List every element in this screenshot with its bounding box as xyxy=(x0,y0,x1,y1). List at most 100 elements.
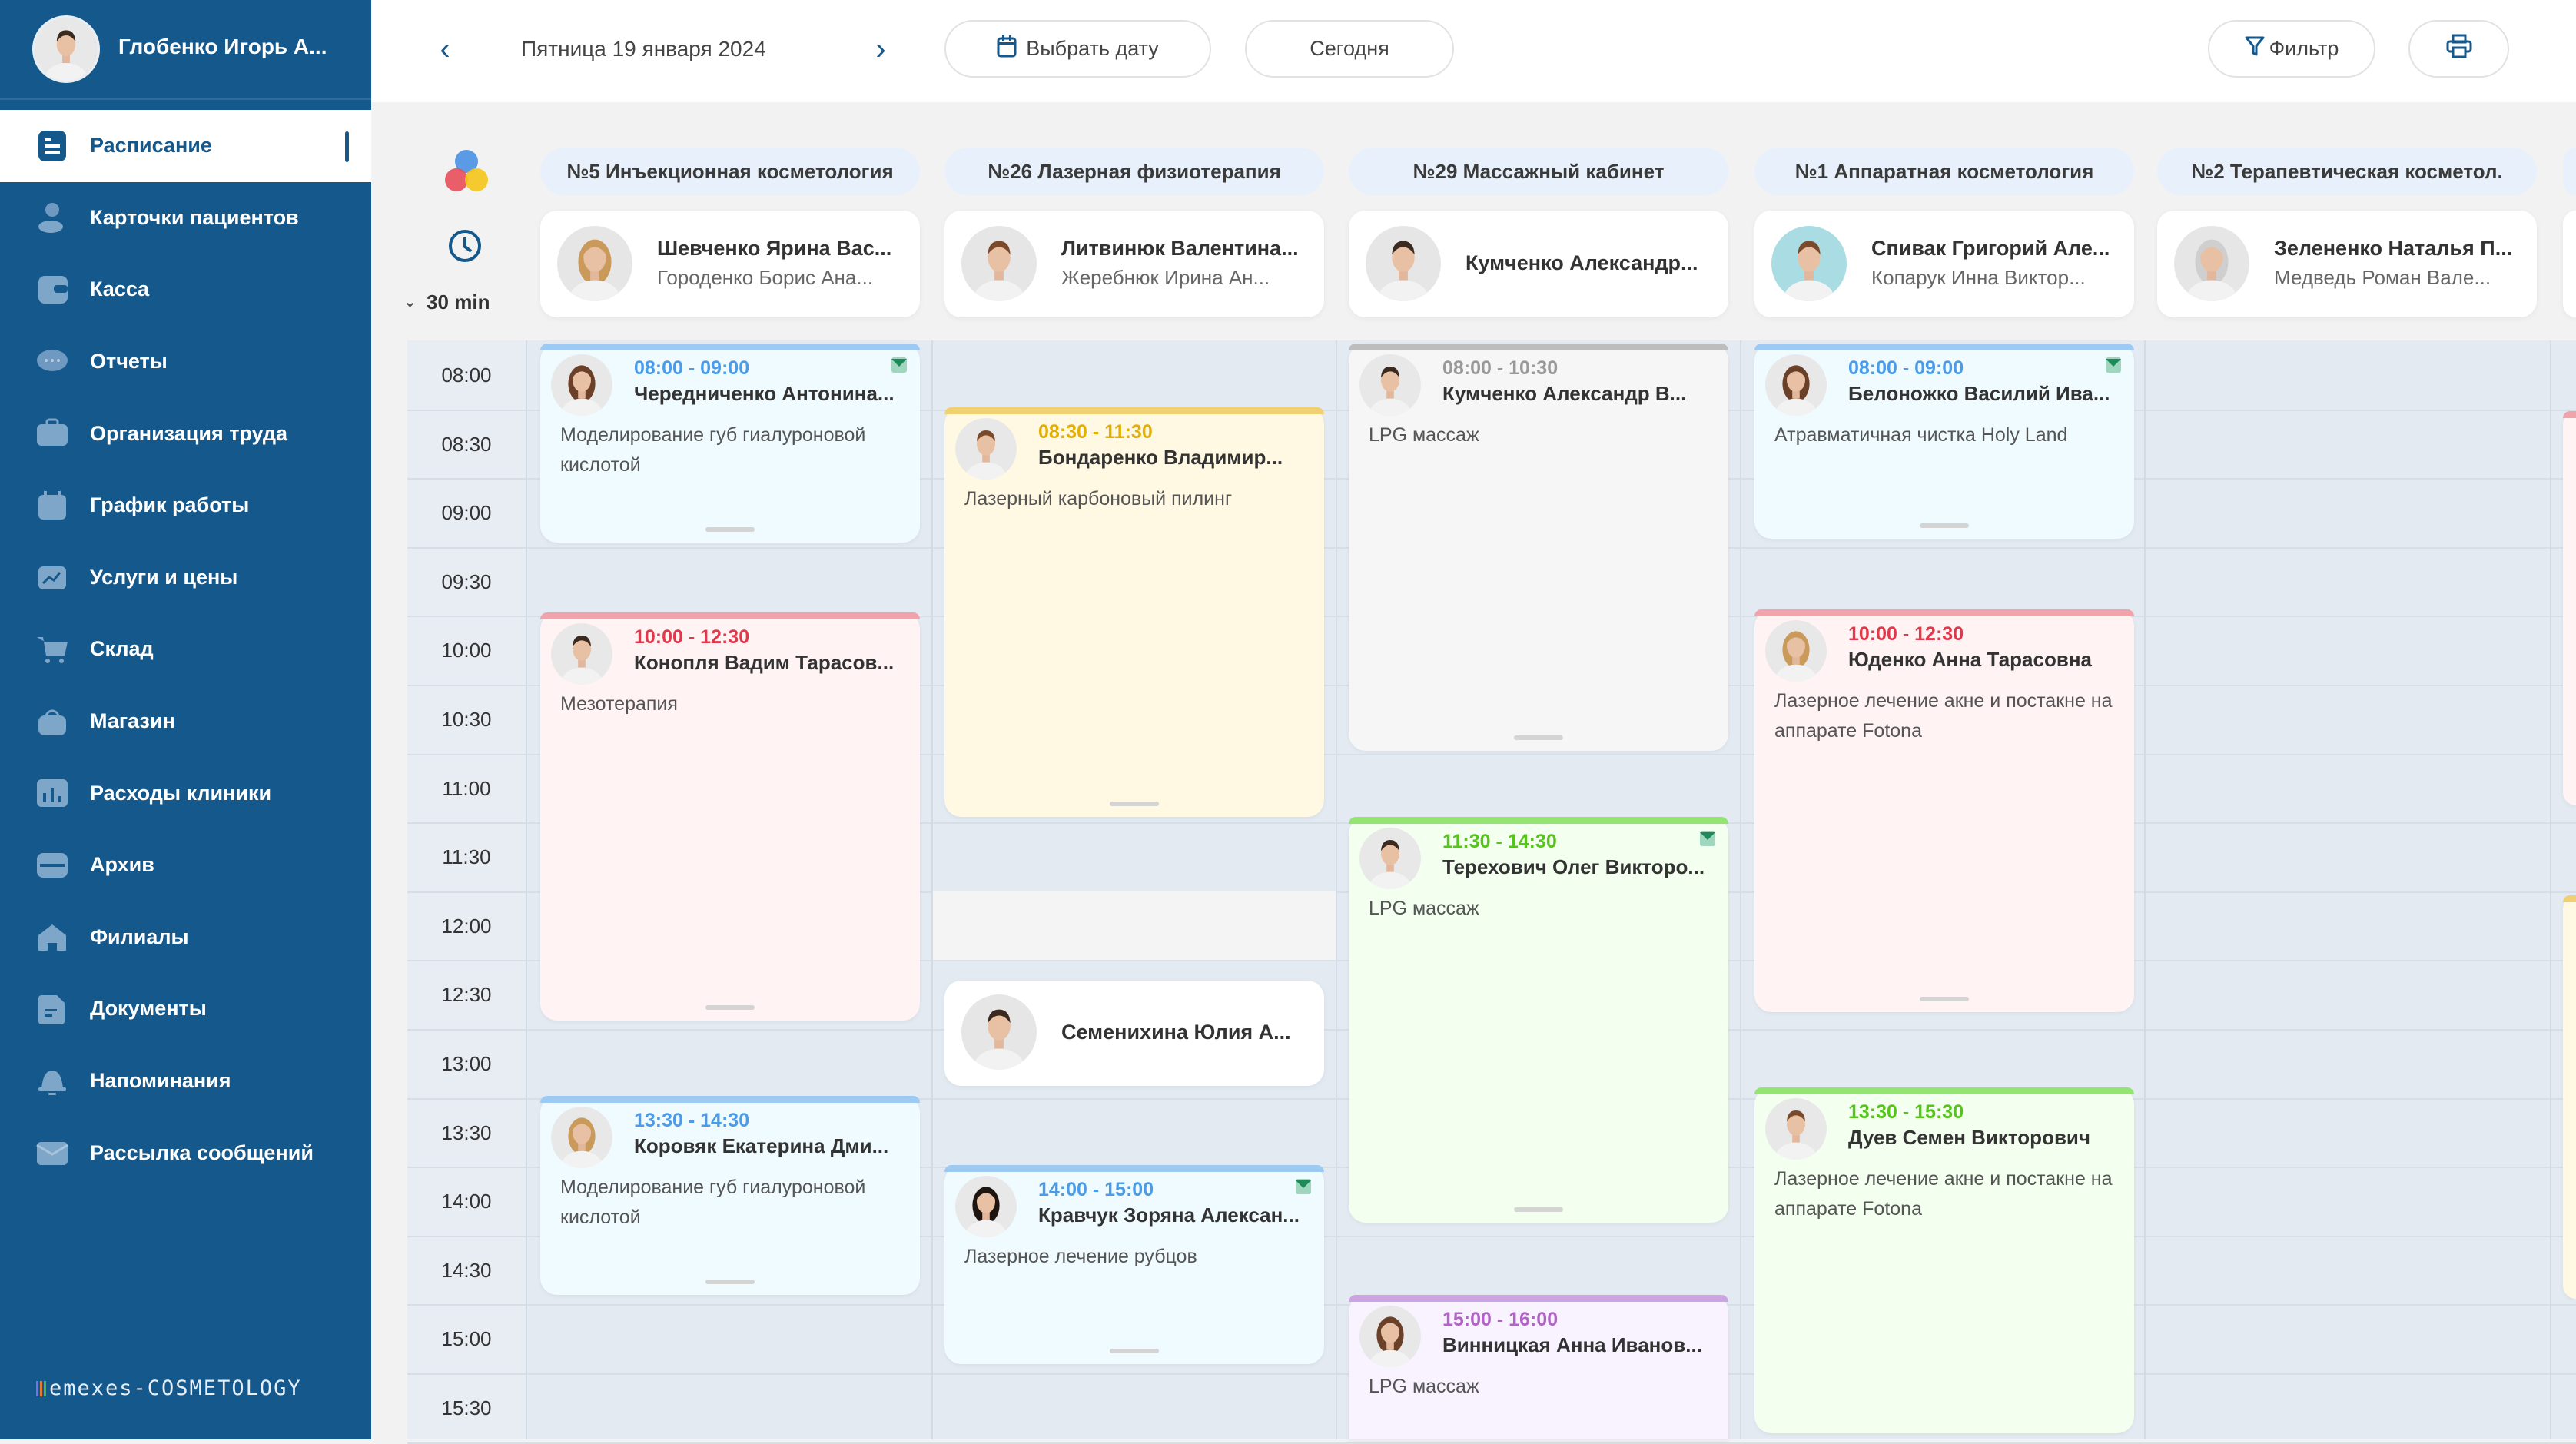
doctor-card[interactable]: Литвинюк Валентина... Жеребнюк Ирина Ан..… xyxy=(944,211,1324,317)
doctor-name: Семенихина Юлия А... xyxy=(1061,1021,1291,1044)
sidebar-item-shop[interactable]: Магазин xyxy=(0,685,371,758)
room-name: №1 Аппаратная косметология xyxy=(1794,159,2094,183)
resize-handle[interactable] xyxy=(705,527,755,532)
sidebar-item-label: Склад xyxy=(90,637,154,661)
status-bar xyxy=(944,407,1324,414)
status-bar xyxy=(1754,609,2134,616)
appointment-time: 13:30 - 15:30 xyxy=(1848,1101,1964,1123)
appointment-card[interactable]: 08:00 - 09:00 Чередниченко Антонина... Мод… xyxy=(540,344,920,543)
filter-button[interactable]: Фильтр xyxy=(2208,20,2375,78)
sidebar-item-work-organization[interactable]: Организация труда xyxy=(0,397,371,470)
wallet-icon xyxy=(35,274,69,305)
person-photo-icon xyxy=(1774,365,1817,416)
appointment-card[interactable]: 08:30 - 11:30 Бондаренко Владимир... Лазер… xyxy=(944,407,1324,817)
sidebar-item-label: Расписание xyxy=(90,134,212,158)
appointment-card-partial[interactable] xyxy=(2563,895,2576,1299)
sidebar-item-clinic-expenses[interactable]: Расходы клиники xyxy=(0,757,371,829)
room-header[interactable]: №26 Лазерная физиотерапия xyxy=(944,148,1324,195)
interval-select[interactable]: ⌄ 30 min xyxy=(404,290,490,314)
patient-avatar xyxy=(1765,354,1827,416)
today-button[interactable]: Сегодня xyxy=(1245,20,1454,78)
status-bar xyxy=(1349,817,1728,824)
resize-handle[interactable] xyxy=(1110,1349,1159,1353)
appointment-card-partial[interactable] xyxy=(2563,411,2576,805)
sidebar-item-label: Филиалы xyxy=(90,924,189,948)
sidebar-item-reports[interactable]: Отчеты xyxy=(0,326,371,398)
appointment-card[interactable]: 08:00 - 09:00 Белоножко Василий Ива... Атр… xyxy=(1754,344,2134,539)
sidebar: Глобенко Игорь А... Расписание Карточки … xyxy=(0,0,371,1439)
sidebar-item-work-schedule[interactable]: График работы xyxy=(0,470,371,542)
resize-handle[interactable] xyxy=(705,1280,755,1284)
resize-handle[interactable] xyxy=(1110,802,1159,806)
time-label: 12:30 xyxy=(441,983,492,1007)
doctor-avatar xyxy=(961,226,1037,301)
appointment-card[interactable]: 10:00 - 12:30 Юденко Анна Тарасовна Лазерн… xyxy=(1754,609,2134,1012)
user-profile[interactable]: Глобенко Игорь А... xyxy=(0,0,371,100)
resize-handle[interactable] xyxy=(1514,735,1563,740)
appointment-card[interactable]: 11:30 - 14:30 Терехович Олег Викторо... LP… xyxy=(1349,817,1728,1223)
sidebar-item-label: Рассылка сообщений xyxy=(90,1140,314,1164)
sidebar-item-schedule[interactable]: Расписание xyxy=(0,110,371,182)
inline-doctor-card[interactable]: Семенихина Юлия А... xyxy=(944,981,1324,1086)
chart-icon xyxy=(35,562,69,593)
time-label: 08:00 xyxy=(441,363,492,387)
patient-avatar xyxy=(551,1107,612,1168)
appointment-card[interactable]: 08:00 - 10:30 Кумченко Александр В... LPG … xyxy=(1349,344,1728,751)
patient-name: Кравчук Зоряна Алексан... xyxy=(1038,1203,1300,1227)
doctor-card[interactable]: Кумченко Александр... xyxy=(1349,211,1728,317)
resize-handle[interactable] xyxy=(1920,997,1969,1001)
person-photo-icon xyxy=(1377,241,1429,301)
sidebar-item-reminders[interactable]: Напоминания xyxy=(0,1045,371,1117)
sidebar-item-cashbox[interactable]: Касса xyxy=(0,254,371,326)
appointment-card[interactable]: 14:00 - 15:00 Кравчук Зоряна Алексан... Ла… xyxy=(944,1165,1324,1364)
doctor-card[interactable]: Шевченко Ярина Вас... Городенко Борис Ана… xyxy=(540,211,920,317)
column-divider xyxy=(2144,340,2146,1439)
chevron-right-icon: › xyxy=(875,32,886,66)
room-header[interactable]: №29 Массажный кабинет xyxy=(1349,148,1728,195)
next-day-button[interactable]: › xyxy=(865,31,896,68)
patient-avatar xyxy=(1765,620,1827,682)
patients-icon xyxy=(35,202,69,234)
doctor-card[interactable]: Зелененко Наталья П... Медведь Роман Вале… xyxy=(2157,211,2537,317)
pick-date-button[interactable]: Выбрать дату xyxy=(944,20,1211,78)
sidebar-item-branches[interactable]: Филиалы xyxy=(0,901,371,974)
resize-handle[interactable] xyxy=(705,1005,755,1010)
sidebar-item-services-prices[interactable]: Услуги и цены xyxy=(0,542,371,614)
sidebar-item-patients[interactable]: Карточки пациентов xyxy=(0,182,371,254)
resize-handle[interactable] xyxy=(1920,523,1969,528)
service-name: LPG массаж xyxy=(1369,1376,1479,1397)
brand-logo: emexes-COSMETOLOGY xyxy=(36,1376,302,1400)
resize-handle[interactable] xyxy=(1514,1207,1563,1212)
appointment-card[interactable]: 13:30 - 14:30 Коровяк Екатерина Дми... Мод… xyxy=(540,1096,920,1295)
time-label: 12:00 xyxy=(441,914,492,938)
appointment-card[interactable]: 13:30 - 15:30 Дуев Семен Викторович Лазерн… xyxy=(1754,1087,2134,1433)
print-button[interactable] xyxy=(2408,20,2509,78)
sidebar-item-mailing[interactable]: Рассылка сообщений xyxy=(0,1117,371,1189)
service-name: Мезотерапия xyxy=(560,693,678,715)
mail-icon xyxy=(35,1137,69,1168)
doctor-avatar xyxy=(1771,226,1847,301)
room-header-partial[interactable] xyxy=(2563,148,2576,195)
sidebar-item-label: Организация труда xyxy=(90,421,288,445)
doctor-card[interactable]: Спивак Григорий Але... Копарук Инна Викто… xyxy=(1754,211,2134,317)
status-bar xyxy=(540,344,920,350)
room-header[interactable]: №5 Инъекционная косметология xyxy=(540,148,920,195)
sidebar-item-label: График работы xyxy=(90,493,250,517)
person-photo-icon xyxy=(1369,367,1412,416)
room-header[interactable]: №2 Терапевтическая косметол. xyxy=(2157,148,2537,195)
sidebar-item-warehouse[interactable]: Склад xyxy=(0,613,371,685)
appointment-card[interactable]: 15:00 - 16:00 Винницкая Анна Иванов... LPG… xyxy=(1349,1295,1728,1439)
sidebar-item-archive[interactable]: Архив xyxy=(0,829,371,901)
room-name: №26 Лазерная физиотерапия xyxy=(988,159,1281,183)
filter-icon xyxy=(2245,35,2265,62)
clock-icon[interactable] xyxy=(447,228,483,267)
time-label: 09:00 xyxy=(441,501,492,525)
service-name: Лазерное лечение рубцов xyxy=(964,1246,1197,1267)
sidebar-item-documents[interactable]: Документы xyxy=(0,973,371,1045)
appointment-card[interactable]: 10:00 - 12:30 Конопля Вадим Тарасов... Мез… xyxy=(540,612,920,1021)
document-icon xyxy=(35,994,69,1024)
room-header[interactable]: №1 Аппаратная косметология xyxy=(1754,148,2134,195)
doctor-card-partial[interactable] xyxy=(2563,211,2576,317)
sidebar-item-label: Расходы клиники xyxy=(90,781,272,805)
prev-day-button[interactable]: ‹ xyxy=(430,31,460,68)
